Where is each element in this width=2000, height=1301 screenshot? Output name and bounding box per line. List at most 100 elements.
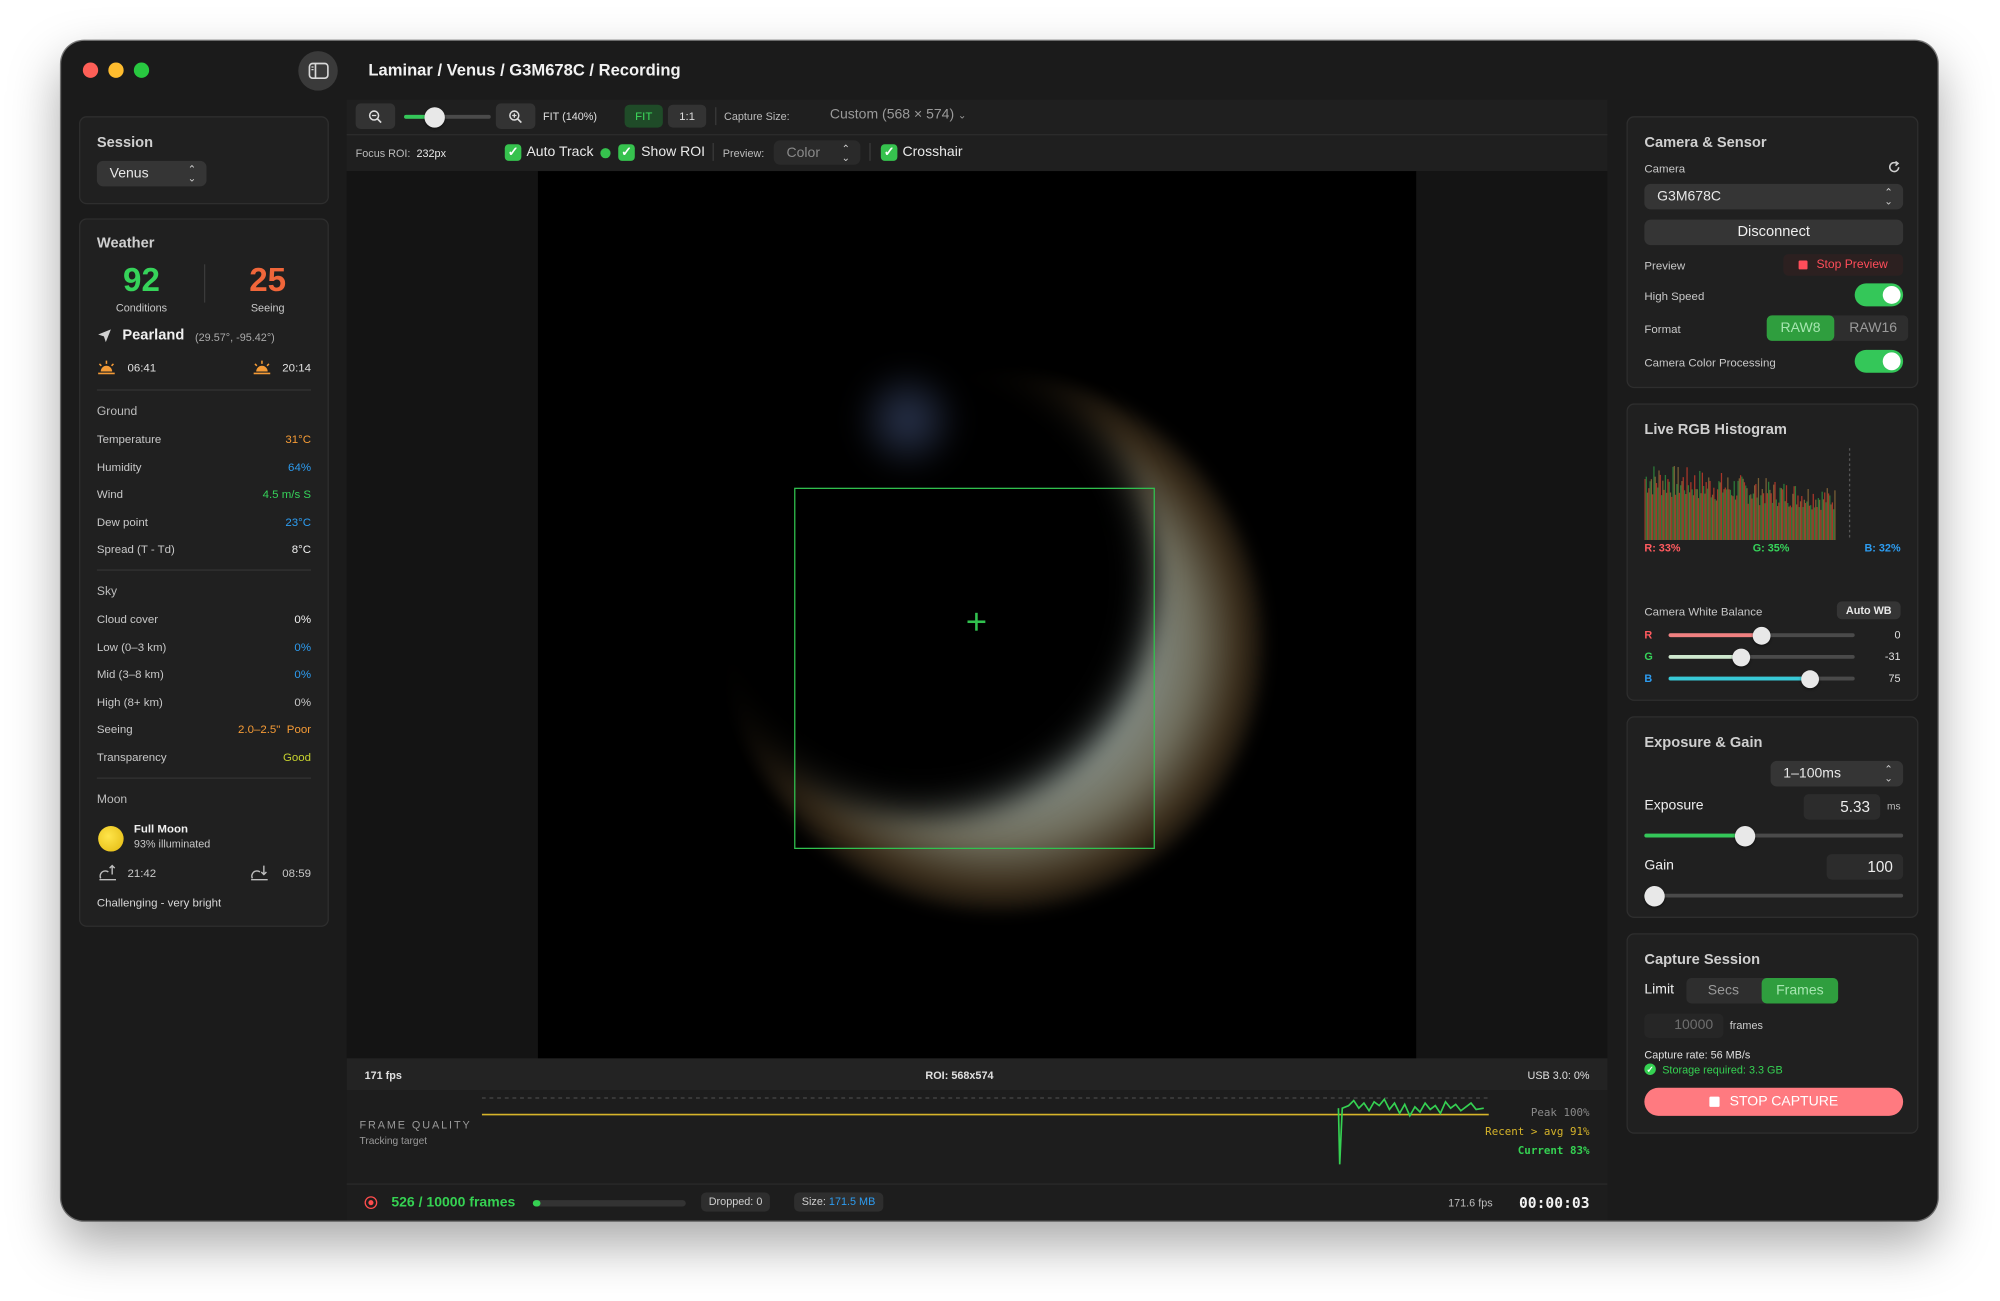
sunrise-icon: [98, 360, 115, 375]
preview-mode-select[interactable]: Color ⌃ ⌄: [773, 140, 861, 165]
stop-preview-button[interactable]: Stop Preview: [1783, 254, 1904, 276]
capture-heading: Capture Session: [1644, 952, 1761, 968]
histogram-bar: [1816, 507, 1818, 541]
camera-frame[interactable]: [537, 171, 1417, 1059]
histogram-bar: [1728, 489, 1730, 541]
recording-indicator-icon: [364, 1196, 378, 1210]
histogram-bar: [1727, 477, 1729, 541]
close-window-button[interactable]: [82, 62, 99, 78]
format-segmented-control: RAW8 RAW16: [1766, 315, 1909, 341]
sunset-icon: [253, 360, 271, 375]
session-target-select[interactable]: Venus ⌃ ⌄: [96, 160, 207, 187]
exposure-slider[interactable]: [1644, 826, 1904, 847]
wb-slider[interactable]: [1668, 648, 1855, 667]
session-target-value: Venus: [109, 165, 149, 182]
focus-roi-text: Focus ROI:: [355, 146, 411, 160]
histogram-bar: [1770, 493, 1772, 541]
histogram-bar: [1776, 506, 1779, 541]
histogram-bar: [1690, 482, 1692, 541]
stop-capture-button[interactable]: STOP CAPTURE: [1644, 1087, 1904, 1116]
show-roi-checkbox[interactable]: ✓: [618, 144, 635, 161]
minimize-window-button[interactable]: [108, 62, 124, 78]
zoom-slider-knob[interactable]: [424, 107, 445, 128]
limit-label: Limit: [1644, 981, 1674, 998]
histogram-bar: [1821, 491, 1823, 541]
wb-slider-knob[interactable]: [1801, 670, 1819, 689]
gain-slider-knob[interactable]: [1644, 886, 1665, 907]
session-heading: Session: [96, 135, 154, 151]
histogram-bar: [1747, 503, 1749, 541]
histogram-bar: [1811, 509, 1813, 541]
limit-secs[interactable]: Secs: [1686, 978, 1760, 1004]
histogram-bars: [1644, 466, 1836, 541]
histogram-bar: [1737, 480, 1739, 541]
toolbar-divider: [715, 107, 717, 126]
crosshair-checkbox[interactable]: ✓: [880, 144, 898, 161]
wb-slider-knob[interactable]: [1752, 626, 1771, 645]
zoom-in-button[interactable]: [495, 103, 536, 129]
crosshair-label: Crosshair: [902, 144, 963, 160]
histogram-bar: [1752, 493, 1754, 541]
zoom-window-button[interactable]: [133, 62, 150, 78]
wb-slider[interactable]: [1668, 670, 1855, 689]
size-badge: Size: 171.5 MB: [794, 1192, 883, 1212]
histogram-bar: [1720, 472, 1723, 541]
wb-slider-knob[interactable]: [1732, 648, 1751, 667]
divider: [96, 777, 312, 779]
stop-icon: [1709, 1096, 1720, 1107]
fit-button[interactable]: FIT: [624, 104, 663, 128]
histogram-bar: [1688, 492, 1691, 541]
divider: [96, 569, 312, 571]
one-to-one-button[interactable]: 1:1: [667, 104, 707, 128]
histogram-bar: [1746, 488, 1748, 541]
histogram-bar: [1812, 493, 1814, 541]
wb-slider-fill: [1668, 676, 1811, 681]
capture-size-select[interactable]: Custom (568 × 574) ⌄: [830, 107, 967, 122]
histogram-bar: [1787, 503, 1789, 541]
histogram-bar: [1660, 495, 1663, 541]
histogram-bar: [1826, 488, 1828, 541]
histogram-bar: [1820, 509, 1822, 541]
zoom-out-button[interactable]: [355, 103, 396, 129]
updown-chevron-icon: ⌃ ⌄: [187, 163, 197, 184]
format-raw16[interactable]: RAW16: [1838, 315, 1908, 341]
sidebar-toggle-button[interactable]: [298, 51, 338, 91]
histogram-bar: [1655, 483, 1658, 541]
sidebar-icon: [307, 62, 329, 80]
histogram-bar: [1743, 482, 1746, 541]
capture-progress-bar: [532, 1200, 686, 1207]
white-balance-label: Camera White Balance: [1644, 605, 1763, 618]
auto-track-checkbox[interactable]: ✓: [504, 144, 522, 161]
zoom-slider[interactable]: [404, 107, 491, 128]
show-roi-label: Show ROI: [641, 144, 706, 160]
auto-wb-button[interactable]: Auto WB: [1836, 601, 1901, 620]
gain-slider[interactable]: [1644, 886, 1904, 907]
roi-box[interactable]: [794, 487, 1155, 850]
histogram-bar: [1751, 498, 1753, 541]
disconnect-button[interactable]: Disconnect: [1644, 219, 1904, 246]
histogram-bar: [1685, 494, 1687, 541]
transparency-label: Transparency: [96, 750, 167, 764]
histogram-bar: [1774, 481, 1776, 541]
exposure-range-select[interactable]: 1–100ms ⌃ ⌄: [1770, 760, 1904, 787]
exposure-input[interactable]: 5.33: [1803, 794, 1881, 820]
focus-roi-label: Focus ROI: 232px: [356, 147, 446, 160]
preview-toolbar: FIT (140%) FIT 1:1 Capture Size: Custom …: [346, 99, 1608, 172]
histogram-bar: [1739, 475, 1742, 541]
camera-select[interactable]: G3M678C ⌃ ⌄: [1644, 183, 1904, 210]
limit-frames[interactable]: Frames: [1761, 977, 1839, 1004]
gain-input[interactable]: 100: [1826, 854, 1904, 880]
histogram-bar: [1683, 490, 1686, 541]
histogram-bar: [1644, 479, 1646, 541]
frames-limit-input[interactable]: 10000: [1644, 1013, 1724, 1038]
histogram-bar: [1662, 480, 1664, 541]
histogram-bar: [1704, 493, 1706, 541]
crosshair-h: [967, 620, 986, 623]
high-speed-toggle[interactable]: [1854, 283, 1904, 307]
wb-slider[interactable]: [1668, 626, 1855, 645]
exposure-slider-knob[interactable]: [1735, 826, 1756, 847]
color-processing-toggle[interactable]: [1854, 349, 1904, 373]
wb-channel-label: R: [1644, 628, 1653, 641]
format-raw8[interactable]: RAW8: [1766, 315, 1835, 341]
refresh-icon[interactable]: [1888, 160, 1901, 174]
